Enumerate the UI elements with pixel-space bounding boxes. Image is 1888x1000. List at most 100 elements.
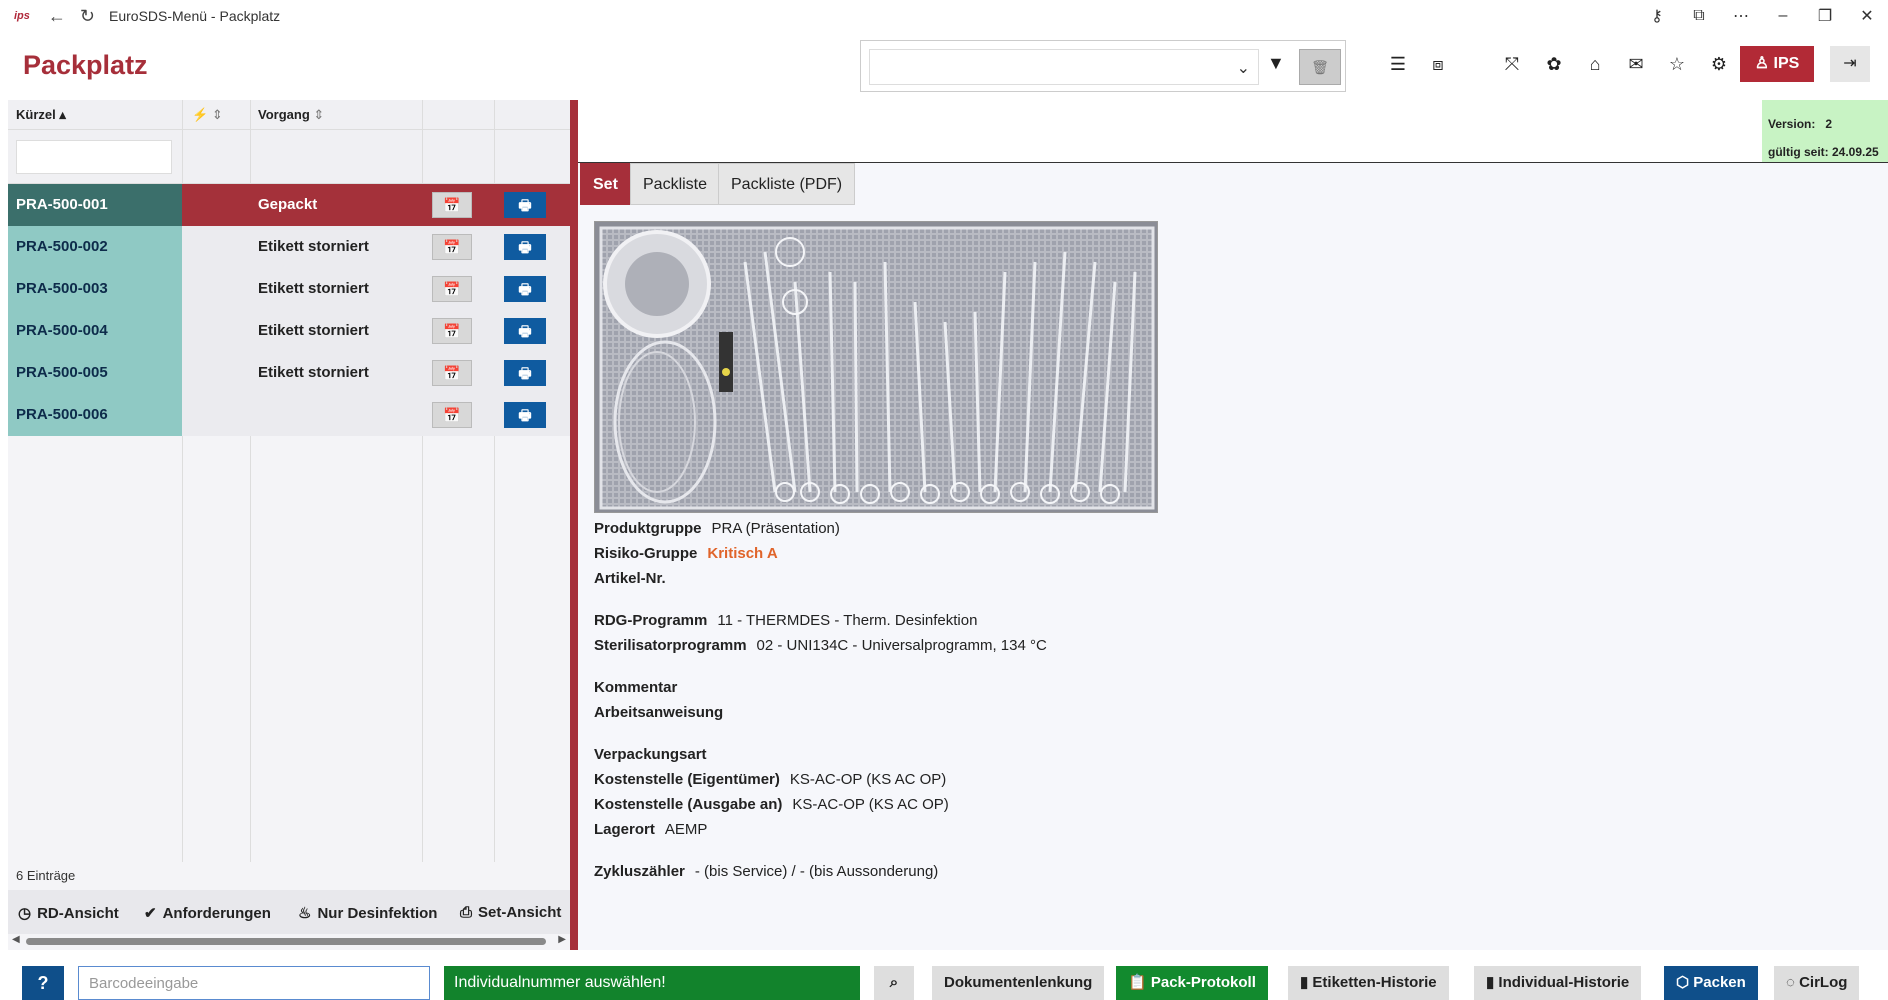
dokumentenlenkung-button[interactable]: Dokumentenlenkung	[932, 966, 1105, 1000]
restore-icon[interactable]: ❐	[1804, 6, 1846, 26]
app-logo: ips	[14, 10, 30, 22]
calendar-icon: 📅	[443, 197, 461, 213]
set-photo	[594, 221, 1158, 513]
cast-icon[interactable]: ⧉	[1678, 7, 1720, 25]
print-button[interactable]: 🖶	[504, 402, 546, 428]
column-header-vorgang[interactable]: Vorgang ⇕	[258, 107, 324, 123]
scroll-left-icon[interactable]: ◀	[12, 934, 20, 945]
rd-view-button[interactable]: ◷ RD-Ansicht	[18, 904, 119, 923]
printer-icon: 🖶	[518, 197, 532, 213]
list-icon[interactable]: ☰	[1384, 54, 1412, 75]
verpackung-row: Verpackungsart	[594, 746, 707, 763]
filter-row	[8, 130, 570, 184]
flash-column-header[interactable]: ⚡ ⇕	[192, 107, 223, 123]
kst-eigen-value: KS-AC-OP (KS AC OP)	[789, 771, 947, 788]
version-value: 2	[1825, 117, 1833, 131]
minimize-icon[interactable]: –	[1762, 7, 1804, 25]
scrollbar-thumb[interactable]	[26, 938, 546, 945]
fullscreen-icon[interactable]: ⤧	[1498, 54, 1526, 75]
printer-icon: 🖶	[518, 407, 532, 423]
rdg-row: RDG-Programm 11 - THERMDES - Therm. Desin…	[594, 612, 978, 629]
gear-icon[interactable]: ⚙	[1705, 54, 1733, 75]
table-row[interactable]: PRA-500-006 📅 🖶	[8, 394, 570, 436]
logout-icon: ⇥	[1843, 55, 1857, 72]
document-icon: ▮	[1300, 974, 1313, 991]
print-button[interactable]: 🖶	[504, 318, 546, 344]
status-message: Individualnummer auswählen!	[444, 966, 860, 1000]
anforderungen-button[interactable]: ✔ Anforderungen	[144, 904, 271, 923]
more-icon[interactable]: ⋯	[1720, 6, 1762, 26]
zyklus-row: Zykluszähler - (bis Service) / - (bis Aus…	[594, 863, 939, 880]
pack-protokoll-button[interactable]: 📋 Pack-Protokoll	[1116, 966, 1268, 1000]
individual-historie-button[interactable]: ▮ Individual-Historie	[1474, 966, 1642, 1000]
star-icon[interactable]: ☆	[1663, 54, 1691, 75]
row-vorgang: Etikett storniert	[258, 322, 369, 339]
calendar-button[interactable]: 📅	[432, 234, 472, 260]
close-icon[interactable]: ✕	[1846, 6, 1888, 26]
calendar-button[interactable]: 📅	[432, 318, 472, 344]
refresh-icon[interactable]: ↻	[80, 6, 95, 27]
calendar-button[interactable]: 📅	[432, 360, 472, 386]
calendar-button[interactable]: 📅	[432, 276, 472, 302]
table-row[interactable]: PRA-500-001 Gepackt 📅 🖶	[8, 184, 570, 226]
zyklus-value: - (bis Service) / - (bis Aussonderung)	[694, 863, 939, 880]
chevron-down-icon[interactable]: ⌄	[1237, 58, 1250, 78]
table-row[interactable]: PRA-500-003 Etikett storniert 📅 🖶	[8, 268, 570, 310]
screen-share-icon[interactable]: ⧈	[1424, 54, 1452, 75]
logout-button[interactable]: ⇥	[1830, 46, 1870, 82]
rdg-value: 11 - THERMDES - Therm. Desinfektion	[717, 612, 978, 629]
print-button[interactable]: 🖶	[504, 276, 546, 302]
grid-header: Kürzel ▴ ⚡ ⇕ Vorgang ⇕	[8, 100, 570, 130]
horizontal-scrollbar[interactable]: ◀ ▶	[12, 934, 566, 948]
clipboard-icon: 📋	[1128, 974, 1151, 991]
barcode-input[interactable]	[78, 966, 430, 1000]
table-row[interactable]: PRA-500-005 Etikett storniert 📅 🖶	[8, 352, 570, 394]
etiketten-historie-button[interactable]: ▮ Etiketten-Historie	[1288, 966, 1449, 1000]
calendar-icon: 📅	[443, 323, 461, 339]
palette-icon[interactable]: ✿	[1540, 54, 1568, 75]
print-button[interactable]: 🖶	[504, 360, 546, 386]
search-select[interactable]: ⌄	[869, 49, 1259, 85]
risiko-value: Kritisch A	[707, 545, 778, 562]
check-circle-icon: ✔	[144, 905, 157, 922]
lagerort-row: Lagerort AEMP	[594, 821, 708, 838]
kurzel-filter-input[interactable]	[16, 140, 172, 174]
kst-ausgabe-value: KS-AC-OP (KS AC OP)	[792, 796, 949, 813]
print-button[interactable]: 🖶	[504, 192, 546, 218]
trash-button[interactable]: 🗑	[1299, 49, 1341, 85]
cirlog-button[interactable]: ◌ CirLog	[1774, 966, 1860, 1000]
back-icon[interactable]: ←	[48, 6, 66, 27]
tab-packliste[interactable]: Packliste	[630, 163, 721, 205]
table-row[interactable]: PRA-500-002 Etikett storniert 📅 🖶	[8, 226, 570, 268]
calendar-icon: 📅	[443, 281, 461, 297]
box-icon: ⬡	[1676, 974, 1694, 991]
packen-button[interactable]: ⬡ Packen	[1664, 966, 1758, 1000]
home-icon[interactable]: ⌂	[1581, 54, 1609, 75]
table-row[interactable]: PRA-500-004 Etikett storniert 📅 🖶	[8, 310, 570, 352]
filter-icon[interactable]: ▼	[1267, 53, 1285, 74]
user-button[interactable]: ♙ IPS	[1740, 46, 1814, 82]
printer-icon: 🖶	[518, 281, 532, 297]
produktgruppe-value: PRA (Präsentation)	[711, 520, 840, 537]
search-button[interactable]: ⌕	[874, 966, 914, 1000]
key-icon[interactable]: ⚷	[1636, 6, 1678, 26]
chat-icon[interactable]: ✉	[1622, 54, 1650, 75]
column-header-kurzel[interactable]: Kürzel ▴	[16, 107, 66, 123]
set-view-button[interactable]: ⎙ Set-Ansicht	[460, 904, 561, 921]
row-kurzel: PRA-500-002	[8, 226, 182, 268]
print-button[interactable]: 🖶	[504, 234, 546, 260]
kst-ausgabe-row: Kostenstelle (Ausgabe an) KS-AC-OP (KS AC…	[594, 796, 949, 813]
instrument-tray-image	[595, 222, 1157, 512]
user-label: IPS	[1773, 55, 1800, 72]
document-icon: ▮	[1486, 974, 1499, 991]
calendar-button[interactable]: 📅	[432, 192, 472, 218]
calendar-button[interactable]: 📅	[432, 402, 472, 428]
help-button[interactable]: ?	[22, 966, 64, 1000]
tab-packliste-pdf[interactable]: Packliste (PDF)	[718, 163, 856, 205]
panel-divider[interactable]	[570, 100, 578, 950]
version-label: Version:	[1768, 117, 1816, 131]
tab-set[interactable]: Set	[580, 163, 631, 205]
nur-desinfektion-button[interactable]: ♨ Nur Desinfektion	[298, 904, 437, 923]
view-bar: ◷ RD-Ansicht ✔ Anforderungen ♨ Nur Desinfek…	[8, 890, 570, 934]
scroll-right-icon[interactable]: ▶	[558, 934, 566, 945]
